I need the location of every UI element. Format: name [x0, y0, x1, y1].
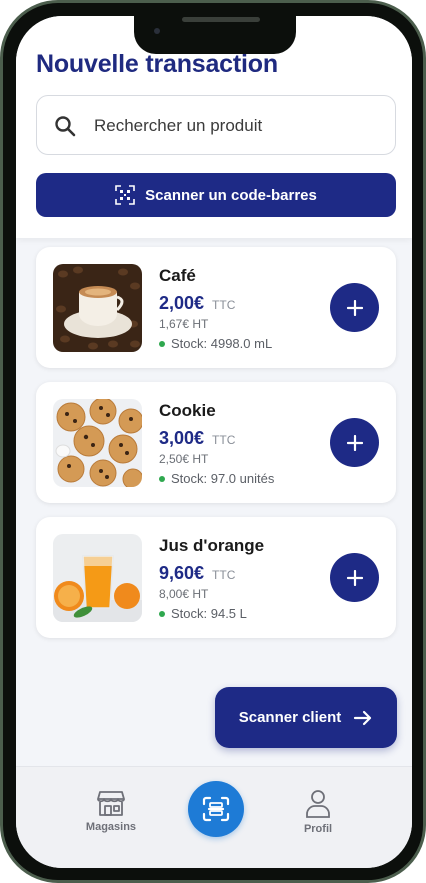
tax-label: TTC: [212, 298, 236, 312]
price-value: 2,00€: [159, 293, 205, 313]
plus-icon: [346, 434, 363, 451]
add-product-button[interactable]: [330, 283, 379, 332]
price-value: 3,00€: [159, 428, 205, 448]
page-title: Nouvelle transaction: [36, 50, 278, 78]
stock-text: Stock: 97.0 unités: [171, 471, 275, 486]
scan-icon: [202, 796, 230, 822]
product-card-cafe[interactable]: Café 2,00€ TTC 1,67€ HT Stock: 4998.0 mL: [36, 247, 396, 368]
product-price: 9,60€ TTC: [159, 563, 235, 584]
stock-status-dot: [159, 340, 165, 347]
barcode-scan-icon: [115, 185, 135, 205]
nav-label: Magasins: [85, 821, 137, 833]
front-camera: [154, 28, 160, 34]
plus-icon: [346, 569, 363, 586]
nav-item-magasins[interactable]: Magasins: [71, 789, 151, 833]
stock-status-dot: [159, 610, 165, 617]
scan-client-label: Scanner client: [238, 709, 342, 726]
stock-text: Stock: 94.5 L: [171, 606, 247, 621]
speaker: [182, 17, 260, 22]
scan-client-button[interactable]: Scanner client: [215, 687, 397, 748]
product-stock: Stock: 97.0 unités: [159, 471, 274, 486]
plus-icon: [346, 299, 363, 316]
phone-frame: Nouvelle transaction Rechercher un produ…: [0, 0, 426, 883]
search-input[interactable]: Rechercher un produit: [36, 95, 396, 155]
product-price-ht: 1,67€ HT: [159, 317, 209, 331]
nav-label: Profil: [303, 823, 333, 835]
user-icon: [306, 790, 330, 818]
tax-label: TTC: [212, 433, 236, 447]
scan-barcode-button[interactable]: Scanner un code-barres: [36, 173, 396, 217]
app-screen: Nouvelle transaction Rechercher un produ…: [16, 16, 412, 868]
product-price: 3,00€ TTC: [159, 428, 235, 449]
product-image-orange-juice: [53, 534, 142, 622]
product-image-cookie: [53, 399, 142, 487]
product-name: Jus d'orange: [159, 536, 265, 555]
product-stock: Stock: 94.5 L: [159, 606, 247, 621]
product-name: Café: [159, 266, 196, 285]
product-card-cookie[interactable]: Cookie 3,00€ TTC 2,50€ HT Stock: 97.0 uni…: [36, 382, 396, 503]
price-value: 9,60€: [159, 563, 205, 583]
scan-barcode-label: Scanner un code-barres: [145, 186, 317, 204]
search-icon: [55, 116, 76, 137]
product-name: Cookie: [159, 401, 216, 420]
tax-label: TTC: [212, 568, 236, 582]
nav-item-profil[interactable]: Profil: [278, 789, 358, 835]
product-card-orange-juice[interactable]: Jus d'orange 9,60€ TTC 8,00€ HT Stock: 94…: [36, 517, 396, 638]
product-image-cafe: [53, 264, 142, 352]
product-price: 2,00€ TTC: [159, 293, 235, 314]
add-product-button[interactable]: [330, 553, 379, 602]
add-product-button[interactable]: [330, 418, 379, 467]
store-icon: [97, 791, 125, 816]
product-stock: Stock: 4998.0 mL: [159, 336, 272, 351]
arrow-right-icon: [354, 710, 372, 725]
bottom-navigation: Magasins Profil: [16, 766, 412, 868]
nav-scan-button[interactable]: [188, 781, 244, 837]
product-price-ht: 2,50€ HT: [159, 452, 209, 466]
search-placeholder: Rechercher un produit: [94, 116, 263, 135]
stock-status-dot: [159, 475, 165, 482]
product-price-ht: 8,00€ HT: [159, 587, 209, 601]
stock-text: Stock: 4998.0 mL: [171, 336, 273, 351]
